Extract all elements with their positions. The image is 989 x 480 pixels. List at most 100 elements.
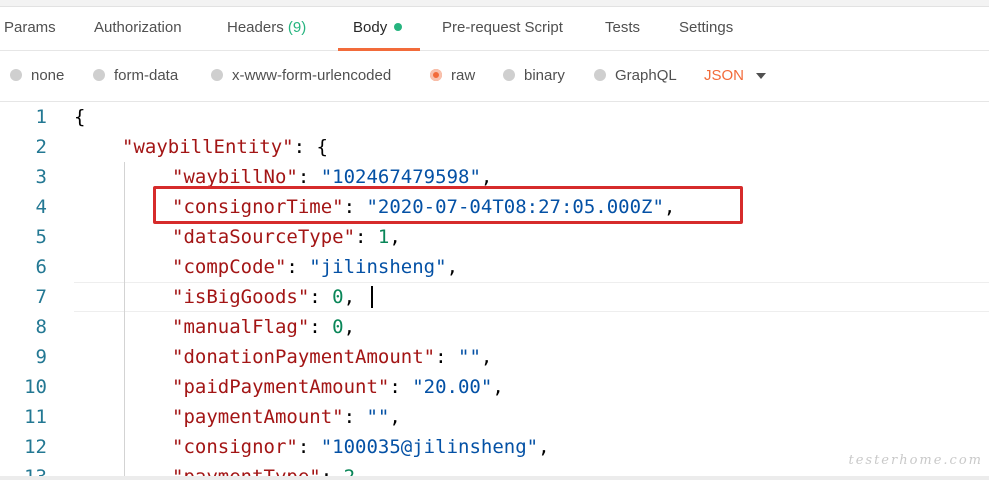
json-key: "waybillEntity" (122, 136, 294, 158)
json-number-value: 0 (332, 286, 344, 308)
radio-binary-icon (503, 69, 515, 81)
watermark: testerhome.com (848, 453, 983, 468)
code-line: 6 "compCode": "jilinsheng", (0, 252, 989, 282)
json-colon: : (309, 316, 333, 338)
json-number-value: 0 (332, 316, 344, 338)
radio-raw-selected-icon (430, 69, 442, 81)
line-number: 3 (35, 166, 47, 188)
json-comma: , (389, 406, 401, 428)
line-number: 1 (35, 106, 47, 128)
radio-graphql-label: GraphQL (615, 67, 677, 84)
format-dropdown[interactable]: JSON (704, 51, 744, 101)
json-colon: : (297, 436, 321, 458)
tab-body[interactable]: Body (353, 6, 403, 50)
json-comma: , (538, 436, 550, 458)
radio-form-data-label: form-data (114, 67, 179, 84)
json-comma: , (492, 376, 504, 398)
json-string-value: "jilinsheng" (309, 256, 447, 278)
code-line: 10 "paidPaymentAmount": "20.00", (0, 372, 989, 402)
json-string-value: "" (458, 346, 481, 368)
postman-request-body-panel: Params Authorization Headers (9) Body Pr… (0, 0, 989, 480)
radio-graphql-icon (594, 69, 606, 81)
tab-params[interactable]: Params (4, 6, 56, 50)
json-colon: : (389, 376, 413, 398)
json-string-value: "" (366, 406, 390, 428)
tab-tests[interactable]: Tests (605, 6, 640, 50)
chevron-down-icon[interactable] (756, 73, 766, 79)
code-text: "paymentAmount": "", (172, 402, 401, 432)
radio-urlencoded-icon (211, 69, 223, 81)
code-text: "waybillEntity": { (122, 132, 328, 162)
code-line: 12 "consignor": "100035@jilinsheng", (0, 432, 989, 462)
radio-none-label: none (31, 67, 65, 84)
json-number-value: 1 (377, 226, 390, 248)
code-text: "paidPaymentAmount": "20.00", (172, 372, 504, 402)
radio-form-data[interactable]: form-data (93, 51, 178, 101)
radio-binary[interactable]: binary (503, 51, 565, 101)
line-number: 11 (24, 406, 47, 428)
json-key: "donationPaymentAmount" (172, 346, 436, 368)
body-type-selector: none form-data x-www-form-urlencoded raw… (0, 51, 989, 102)
line-number: 5 (35, 226, 47, 248)
code-line: 1 { (0, 102, 989, 132)
code-line: 8 "manualFlag": 0, (0, 312, 989, 342)
json-punctuation: : { (293, 136, 328, 158)
radio-form-data-icon (93, 69, 105, 81)
json-string-value: "20.00" (412, 376, 493, 398)
json-key: "compCode" (172, 256, 287, 278)
json-comma: , (480, 166, 493, 188)
tab-body-label: Body (353, 19, 388, 36)
code-line: 5 "dataSourceType": 1, (0, 222, 989, 252)
json-string-value: "100035@jilinsheng" (320, 436, 539, 458)
radio-raw[interactable]: raw (430, 51, 475, 101)
json-comma: , (389, 226, 401, 248)
json-colon: : (309, 286, 333, 308)
code-line: 11 "paymentAmount": "", (0, 402, 989, 432)
json-colon: : (355, 226, 378, 248)
headers-count-badge: (9) (287, 19, 307, 36)
json-body-editor[interactable]: 1 { 2 "waybillEntity": { 3 "waybillNo" : … (0, 102, 989, 480)
code-text: "manualFlag": 0, (172, 312, 355, 342)
json-key: "manualFlag" (172, 316, 310, 338)
json-colon: : (297, 166, 321, 188)
line-number: 4 (35, 196, 47, 218)
text-cursor (371, 286, 373, 308)
tab-settings[interactable]: Settings (679, 6, 733, 50)
json-colon: : (343, 406, 367, 428)
radio-none[interactable]: none (10, 51, 64, 101)
radio-x-www-form-urlencoded[interactable]: x-www-form-urlencoded (211, 51, 391, 101)
json-string-value: "102467479598" (320, 166, 481, 188)
request-tabs: Params Authorization Headers (9) Body Pr… (0, 6, 989, 51)
code-text: "compCode": "jilinsheng", (172, 252, 458, 282)
json-key: "dataSourceType" (172, 226, 356, 248)
bottom-strip (0, 476, 989, 480)
body-modified-dot-icon (394, 23, 403, 31)
json-key: "waybillNo" (172, 166, 298, 188)
line-number: 7 (35, 286, 47, 308)
code-line: 9 "donationPaymentAmount": "", (0, 342, 989, 372)
json-key: "isBigGoods" (172, 286, 310, 308)
code-text: { (74, 106, 86, 128)
radio-none-icon (10, 69, 22, 81)
radio-raw-label: raw (451, 67, 476, 84)
tab-authorization[interactable]: Authorization (94, 6, 182, 50)
json-comma: , (480, 346, 493, 368)
json-colon: : (435, 346, 458, 368)
json-colon: : (286, 256, 310, 278)
code-text: "dataSourceType": 1, (172, 222, 401, 252)
json-comma: , (343, 286, 356, 308)
tab-headers[interactable]: Headers (9) (227, 6, 306, 50)
radio-binary-label: binary (524, 67, 565, 84)
code-text: "consignor": "100035@jilinsheng", (172, 432, 550, 462)
line-number: 9 (35, 346, 47, 368)
json-key: "consignor" (172, 436, 298, 458)
json-comma: , (446, 256, 459, 278)
json-key: "paymentAmount" (172, 406, 344, 428)
code-line: 2 "waybillEntity": { (0, 132, 989, 162)
tab-pre-request-script[interactable]: Pre-request Script (442, 6, 563, 50)
radio-graphql[interactable]: GraphQL (594, 51, 677, 101)
line-number: 8 (35, 316, 47, 338)
json-key: "paidPaymentAmount" (172, 376, 390, 398)
annotation-highlight-box (153, 186, 743, 224)
code-text: "isBigGoods": 0, (172, 282, 355, 312)
